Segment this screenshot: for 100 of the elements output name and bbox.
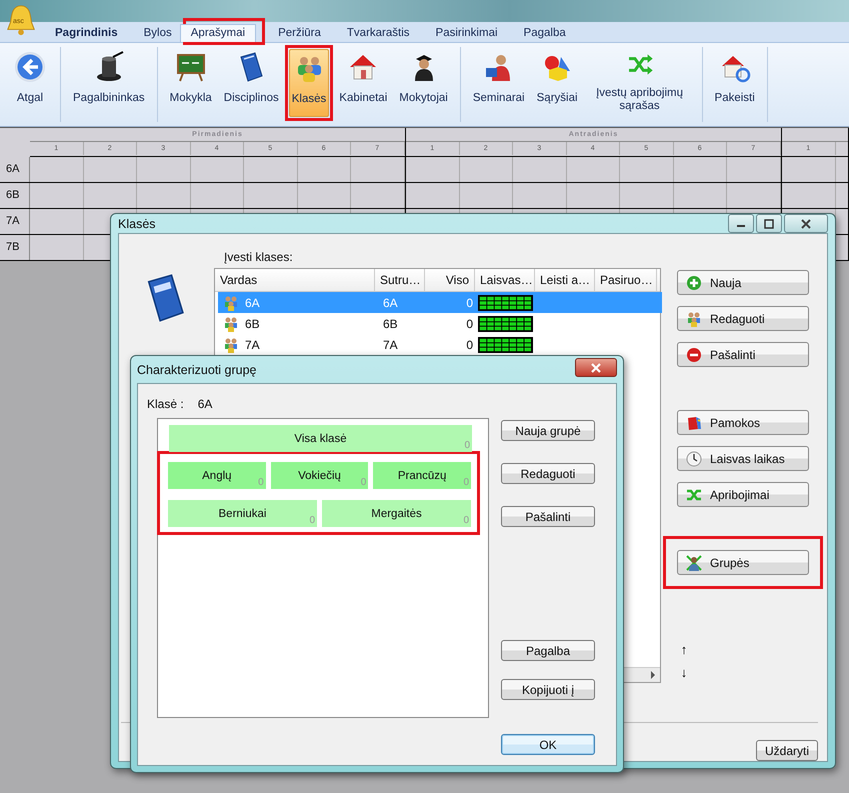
ribbon-tab[interactable]: Tvarkaraštis (346, 25, 410, 42)
ribbon-button[interactable]: Pagalbininkas (71, 49, 147, 117)
group-count: 0 (464, 440, 470, 451)
ribbon-button[interactable]: Klasės (288, 49, 330, 117)
close-icon (801, 218, 811, 228)
book-icon (686, 414, 702, 430)
ribbon-tab[interactable]: Pasirinkimai (436, 25, 498, 42)
side-button[interactable]: Apribojimai (677, 482, 809, 507)
class-row-header: 6B (0, 183, 30, 208)
minus-icon (686, 346, 702, 362)
scroll-right-icon (650, 671, 656, 679)
table-cell: 6A (245, 296, 260, 310)
plus-icon (686, 274, 702, 290)
dialog-button[interactable]: Pašalinti (501, 506, 595, 527)
column-header[interactable]: Viso (425, 269, 475, 291)
group-count: 0 (463, 477, 470, 488)
group-count: 0 (309, 515, 315, 526)
table-cell: 7A (383, 338, 398, 352)
side-button[interactable]: Pamokos (677, 410, 809, 435)
minimize-icon (737, 225, 745, 227)
class-row-header: 7B (0, 235, 30, 260)
column-header[interactable]: Sutru… (375, 269, 425, 291)
group-count: 0 (258, 477, 264, 488)
table-cell: 0 (466, 316, 473, 330)
dialog-title: Charakterizuoti grupę (137, 362, 257, 376)
group-name: Mergaitės (371, 508, 422, 520)
side-button[interactable]: Pašalinti (677, 342, 809, 367)
people-icon (686, 310, 702, 326)
side-button[interactable]: Redaguoti (677, 306, 809, 331)
column-header[interactable]: Laisvas… (475, 269, 535, 291)
group-name: Visa klasė (294, 432, 347, 444)
ribbon-button[interactable]: Pakeisti (712, 49, 757, 117)
move-down-button[interactable]: ↓ (677, 665, 691, 680)
table-cell: 0 (466, 296, 473, 310)
group-name: Prancūzų (398, 470, 446, 482)
dialog-button[interactable]: Pagalba (501, 640, 595, 661)
dialog-button[interactable]: Redaguoti (501, 463, 595, 484)
maximize-button[interactable] (756, 214, 782, 233)
ribbon-button[interactable]: Mokytojai (397, 49, 450, 117)
side-button[interactable]: Laisvas laikas (677, 446, 809, 471)
side-button[interactable]: Grupės (677, 550, 809, 575)
maximize-icon (764, 218, 774, 228)
ribbon-button[interactable]: Atgal (10, 49, 50, 117)
ribbon-button[interactable]: Seminarai (470, 49, 527, 117)
chalkboard-icon (174, 51, 207, 83)
group-tile[interactable]: Berniukai 0 (168, 500, 317, 527)
minimize-button[interactable] (728, 214, 754, 233)
free-time-grid-drawing (478, 336, 533, 354)
dialog-button[interactable]: Kopijuoti į (501, 679, 595, 700)
dialog-button[interactable]: OK (501, 734, 595, 755)
ribbon-tab[interactable]: Aprašymai (180, 24, 256, 42)
table-cell: 6A (383, 296, 398, 310)
free-time-grid-drawing (478, 314, 533, 332)
table-cell: 0 (466, 338, 473, 352)
close-window-button[interactable]: Uždaryti (756, 740, 818, 761)
group-count: 0 (463, 515, 469, 526)
class-row-header: 6A (0, 157, 30, 182)
close-icon (591, 362, 601, 372)
close-button[interactable] (575, 358, 617, 377)
group-name: Anglų (202, 470, 232, 482)
group-tile[interactable]: Vokiečių 0 (270, 462, 368, 489)
table-cell: 7A (245, 338, 260, 352)
group-name: Berniukai (218, 508, 266, 520)
people-icon (223, 294, 239, 310)
class-value: 6A (198, 397, 212, 413)
ribbon-button[interactable]: Disciplinos (222, 49, 281, 117)
ribbon-tab[interactable]: Pagrindinis (55, 25, 118, 42)
ribbon-tab[interactable]: Bylos (144, 25, 172, 42)
ribbon-button[interactable]: Įvestų apribojimų sąrašas (588, 49, 692, 117)
table-cell: 6B (383, 316, 398, 330)
move-up-button[interactable]: ↑ (677, 642, 691, 657)
clock-icon (686, 450, 702, 466)
window-title: Klasės (118, 216, 156, 230)
group-tile[interactable]: Anglų 0 (168, 462, 266, 489)
ribbon-button[interactable]: Mokykla (168, 49, 214, 117)
column-header[interactable]: Leisti a… (535, 269, 595, 291)
column-header[interactable]: Pasiruo… (595, 269, 657, 291)
close-button[interactable] (784, 214, 828, 233)
ribbon-button[interactable]: Kabinetai (337, 49, 390, 117)
group-name: Vokiečių (298, 470, 341, 482)
class-row-header: 7A (0, 209, 30, 234)
column-header[interactable]: Vardas (215, 269, 375, 291)
table-row[interactable]: 6B 6B 0 (218, 313, 660, 334)
free-time-grid-drawing (478, 294, 533, 312)
side-button[interactable]: Nauja (677, 270, 809, 295)
people-icon (223, 336, 239, 352)
group-tile[interactable]: Mergaitės 0 (322, 500, 471, 527)
group-tile[interactable]: Prancūzų 0 (373, 462, 472, 489)
ribbon-button[interactable]: Sąryšiai (534, 49, 580, 117)
table-row[interactable]: 7A 7A 0 (218, 334, 660, 355)
dialog-button[interactable]: Nauja grupė (501, 420, 595, 441)
ribbon-tab[interactable]: Peržiūra (278, 25, 321, 42)
ribbon-tab[interactable]: Pagalba (524, 25, 566, 42)
class-label: Klasė : (147, 397, 184, 413)
list-label: Įvesti klases: (223, 250, 294, 266)
group-count: 0 (360, 477, 366, 488)
group-tile[interactable]: Visa klasė 0 (169, 425, 472, 452)
people-icon (223, 316, 239, 332)
table-cell: 6B (245, 316, 260, 330)
person-icon (686, 554, 702, 570)
